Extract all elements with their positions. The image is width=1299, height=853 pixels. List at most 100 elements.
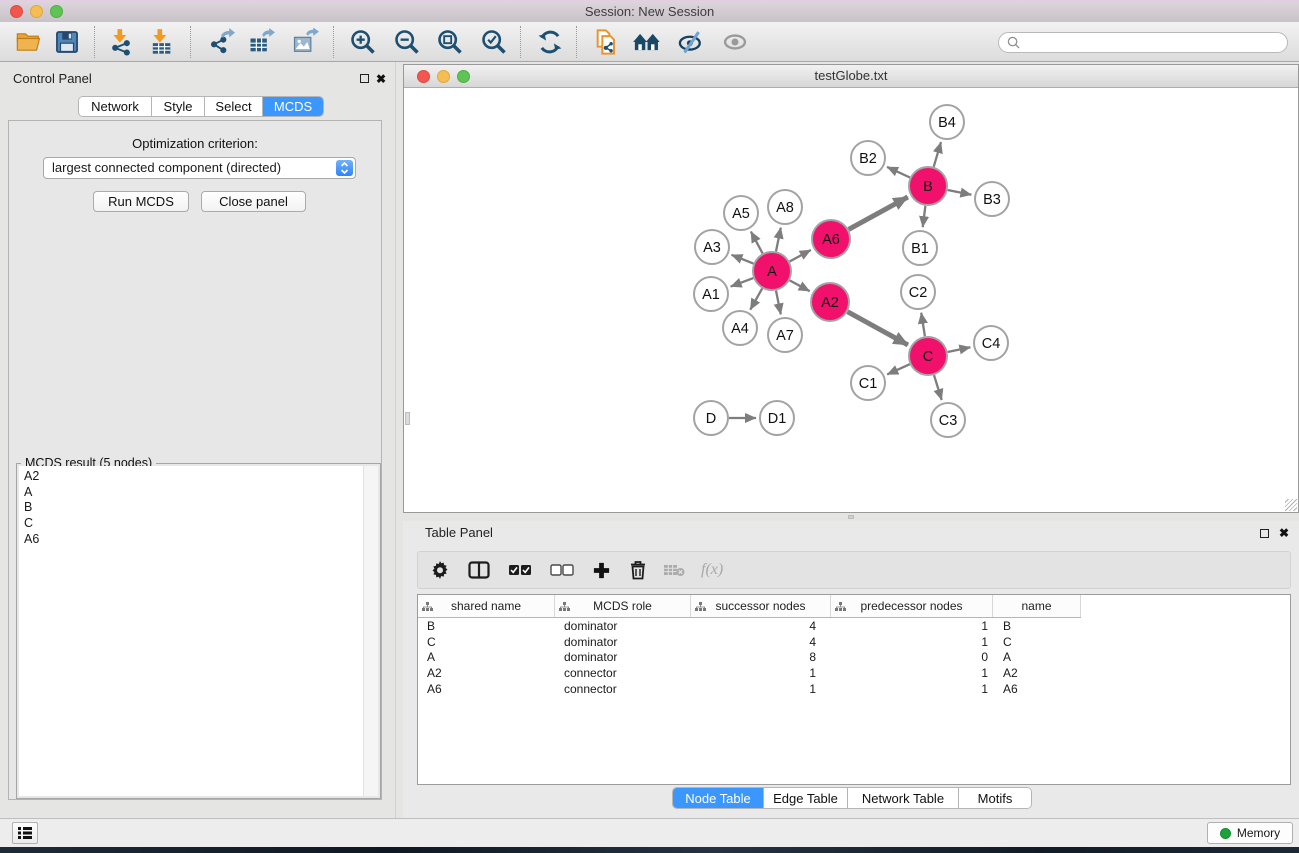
network-minimize-button[interactable]	[437, 70, 450, 83]
search-input[interactable]	[1024, 35, 1287, 51]
graph-edge-B-B3[interactable]	[948, 190, 972, 195]
close-panel-button[interactable]: Close panel	[201, 191, 306, 212]
save-session-icon[interactable]	[50, 25, 84, 59]
refresh-icon[interactable]	[533, 25, 567, 59]
import-network-icon[interactable]	[104, 25, 138, 59]
list-icon	[17, 826, 33, 840]
tab-style[interactable]: Style	[152, 97, 205, 116]
control-panel-float-icon[interactable]	[360, 74, 369, 83]
run-mcds-button[interactable]: Run MCDS	[93, 191, 189, 212]
graph-edge-A-A8[interactable]	[776, 228, 781, 252]
control-panel-close-icon[interactable]: ✖	[376, 73, 386, 85]
table-panel-close-icon[interactable]: ✖	[1279, 527, 1289, 539]
graph-edge-A-A2[interactable]	[790, 280, 810, 291]
graph-edge-A-A1[interactable]	[731, 278, 754, 287]
open-folder-icon[interactable]	[12, 25, 46, 59]
column-header-shared-name[interactable]: shared name	[418, 595, 555, 617]
tab-edge-table[interactable]: Edge Table	[764, 788, 848, 808]
split-columns-icon[interactable]	[468, 552, 490, 588]
result-item[interactable]: A2	[24, 469, 364, 485]
tab-node-table[interactable]: Node Table	[673, 788, 764, 808]
status-bar: Memory	[0, 818, 1299, 847]
memory-button[interactable]: Memory	[1207, 822, 1293, 844]
graph-edge-C-C2[interactable]	[921, 313, 925, 337]
table-panel-float-icon[interactable]	[1260, 529, 1269, 538]
graph-edge-A-A3[interactable]	[732, 255, 754, 264]
result-scrollbar[interactable]	[363, 466, 378, 796]
table-tabs: Node Table Edge Table Network Table Moti…	[672, 787, 1032, 809]
import-table-icon[interactable]	[144, 25, 178, 59]
zoom-selected-icon[interactable]	[477, 25, 511, 59]
graph-edge-A2-C[interactable]	[848, 312, 908, 345]
tab-mcds[interactable]: MCDS	[263, 97, 323, 116]
result-item[interactable]: C	[24, 516, 364, 532]
network-maximize-button[interactable]	[457, 70, 470, 83]
network-resize-grip[interactable]	[1285, 499, 1297, 511]
graph-node-label-A7: A7	[776, 328, 794, 344]
graph-edge-A-A6[interactable]	[790, 250, 811, 262]
delete-column-icon[interactable]	[629, 552, 647, 588]
graph-edge-C-C4[interactable]	[948, 347, 971, 352]
network-scroll-handle[interactable]	[405, 412, 410, 425]
network-window-titlebar[interactable]: testGlobe.txt	[404, 65, 1298, 88]
result-item[interactable]: A6	[24, 532, 364, 548]
graph-edge-B-B2[interactable]	[887, 167, 910, 178]
export-table-icon[interactable]	[244, 25, 278, 59]
column-header-name[interactable]: name	[993, 595, 1081, 617]
graph-edge-A-A7[interactable]	[776, 291, 781, 315]
column-header-successor-nodes[interactable]: successor nodes	[691, 595, 831, 617]
network-close-button[interactable]	[417, 70, 430, 83]
graph-edge-C-C3[interactable]	[934, 375, 942, 400]
table-row[interactable]: A6connector11A6	[418, 681, 1290, 697]
hide-annotations-icon[interactable]	[674, 25, 708, 59]
tab-network-table[interactable]: Network Table	[848, 788, 959, 808]
tab-motifs[interactable]: Motifs	[959, 788, 1031, 808]
column-header-mcds-role[interactable]: MCDS role	[555, 595, 691, 617]
graph-edge-B-B1[interactable]	[923, 206, 926, 227]
graph-edge-B-B4[interactable]	[934, 142, 941, 167]
toolbar-separator	[333, 26, 334, 58]
deselect-all-icon[interactable]	[550, 552, 574, 588]
network-file-icon[interactable]	[590, 25, 624, 59]
table-row[interactable]: A2connector11A2	[418, 665, 1290, 681]
graph-edge-A-A4[interactable]	[750, 288, 762, 309]
function-builder-icon: f(x)	[701, 552, 723, 588]
graph-edge-A-A5[interactable]	[751, 232, 763, 254]
search-field[interactable]	[998, 32, 1288, 53]
home-icon[interactable]	[630, 25, 664, 59]
graph-edge-C-C1[interactable]	[887, 364, 910, 374]
panel-divider[interactable]	[395, 62, 396, 818]
network-canvas[interactable]: AA1A2A3A4A5A6A7A8BB1B2B3B4CC1C2C3C4DD1	[404, 88, 1298, 512]
node-table: shared name MCDS role successor nodes pr…	[417, 594, 1291, 785]
maximize-window-button[interactable]	[50, 5, 63, 18]
add-column-icon[interactable]	[592, 552, 611, 588]
minimize-window-button[interactable]	[30, 5, 43, 18]
split-drag-handle[interactable]	[848, 515, 854, 519]
mcds-result-list[interactable]: A2 A B C A6	[19, 466, 364, 796]
show-annotations-icon[interactable]	[718, 25, 752, 59]
export-network-icon[interactable]	[204, 25, 238, 59]
table-row[interactable]: Cdominator41C	[418, 634, 1290, 650]
gear-icon[interactable]	[430, 552, 450, 588]
graph-node-label-C1: C1	[859, 376, 878, 392]
graph-node-label-A3: A3	[703, 240, 721, 256]
toolbar-separator	[520, 26, 521, 58]
export-image-icon[interactable]	[288, 25, 322, 59]
tab-network[interactable]: Network	[79, 97, 152, 116]
task-history-button[interactable]	[12, 822, 38, 844]
optimization-criterion-dropdown[interactable]: largest connected component (directed)	[43, 157, 356, 179]
column-header-predecessor-nodes[interactable]: predecessor nodes	[831, 595, 993, 617]
tab-select[interactable]: Select	[205, 97, 263, 116]
dropdown-value: largest connected component (directed)	[52, 160, 281, 175]
zoom-in-icon[interactable]	[346, 25, 380, 59]
result-item[interactable]: B	[24, 500, 364, 516]
table-row[interactable]: Adominator80A	[418, 650, 1290, 666]
table-row[interactable]: Bdominator41B	[418, 618, 1290, 634]
graph-edge-A6-B[interactable]	[849, 197, 908, 229]
mcds-result-box: MCDS result (5 nodes) A2 A B C A6	[16, 463, 381, 799]
result-item[interactable]: A	[24, 485, 364, 501]
select-all-icon[interactable]	[508, 552, 532, 588]
zoom-out-icon[interactable]	[390, 25, 424, 59]
close-window-button[interactable]	[10, 5, 23, 18]
zoom-fit-icon[interactable]	[433, 25, 467, 59]
